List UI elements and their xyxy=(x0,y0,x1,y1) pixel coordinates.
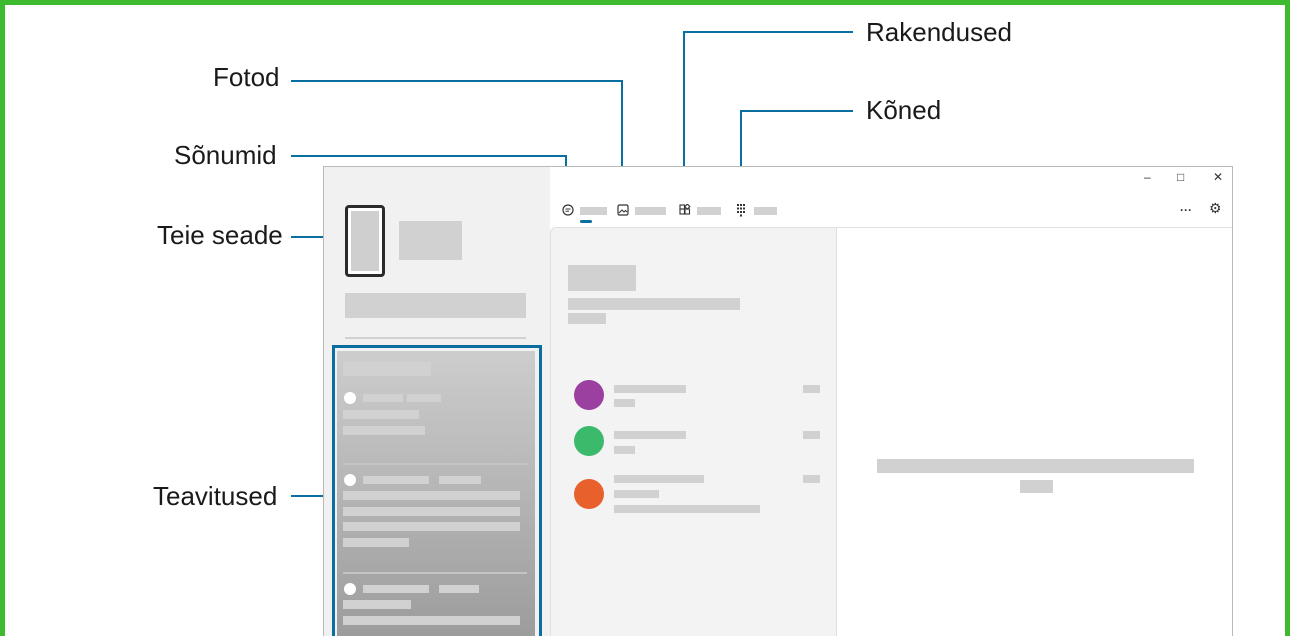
messages-subtitle xyxy=(568,298,740,310)
minimize-button[interactable]: – xyxy=(1144,171,1151,183)
gear-icon[interactable]: ⚙ xyxy=(1209,201,1222,215)
sidebar-divider xyxy=(345,337,526,339)
messages-subtitle-2 xyxy=(568,313,606,324)
message-preview xyxy=(614,399,635,407)
message-time xyxy=(803,431,820,439)
callout-calls: Kõned xyxy=(866,95,942,125)
photos-icon xyxy=(617,204,629,216)
tab-messages-label xyxy=(580,207,607,215)
phone-icon[interactable] xyxy=(345,205,385,277)
close-button[interactable]: ✕ xyxy=(1213,171,1223,183)
tab-calls-label xyxy=(754,207,777,215)
messages-list-pane xyxy=(550,227,836,636)
callout-your-device: Teie seade xyxy=(157,220,283,250)
contact-avatar xyxy=(574,380,604,410)
line-calls-h xyxy=(740,110,853,112)
contact-avatar xyxy=(574,479,604,509)
messages-title xyxy=(568,265,636,291)
app-window: – □ ✕ ··· ⚙ xyxy=(323,166,1233,636)
message-time xyxy=(803,385,820,393)
contact-name xyxy=(614,431,686,439)
apps-icon xyxy=(679,204,691,215)
message-preview xyxy=(614,505,760,513)
messages-icon xyxy=(562,204,574,216)
contact-name xyxy=(614,385,686,393)
line-photos-h xyxy=(291,80,623,82)
calls-icon xyxy=(737,204,745,217)
callout-notifications: Teavitused xyxy=(153,481,278,511)
line-messages-h xyxy=(291,155,567,157)
message-preview xyxy=(614,490,659,498)
message-preview xyxy=(614,446,635,454)
tab-photos-label xyxy=(635,207,666,215)
contact-avatar xyxy=(574,426,604,456)
callout-messages: Sõnumid xyxy=(174,140,277,170)
notifications-highlight xyxy=(332,345,542,636)
device-name xyxy=(399,221,462,260)
empty-state-subtext xyxy=(1020,480,1053,493)
conversation-pane xyxy=(836,227,1232,636)
line-apps-h xyxy=(683,31,853,33)
callout-apps: Rakendused xyxy=(866,17,1012,47)
empty-state-text xyxy=(877,459,1194,473)
device-status-bar xyxy=(345,293,526,318)
tab-selected-indicator xyxy=(580,220,592,223)
contact-name xyxy=(614,475,704,483)
more-icon[interactable]: ··· xyxy=(1180,204,1192,216)
message-time xyxy=(803,475,820,483)
tab-apps-label xyxy=(697,207,721,215)
maximize-button[interactable]: □ xyxy=(1177,171,1184,183)
callout-photos: Fotod xyxy=(213,62,280,92)
